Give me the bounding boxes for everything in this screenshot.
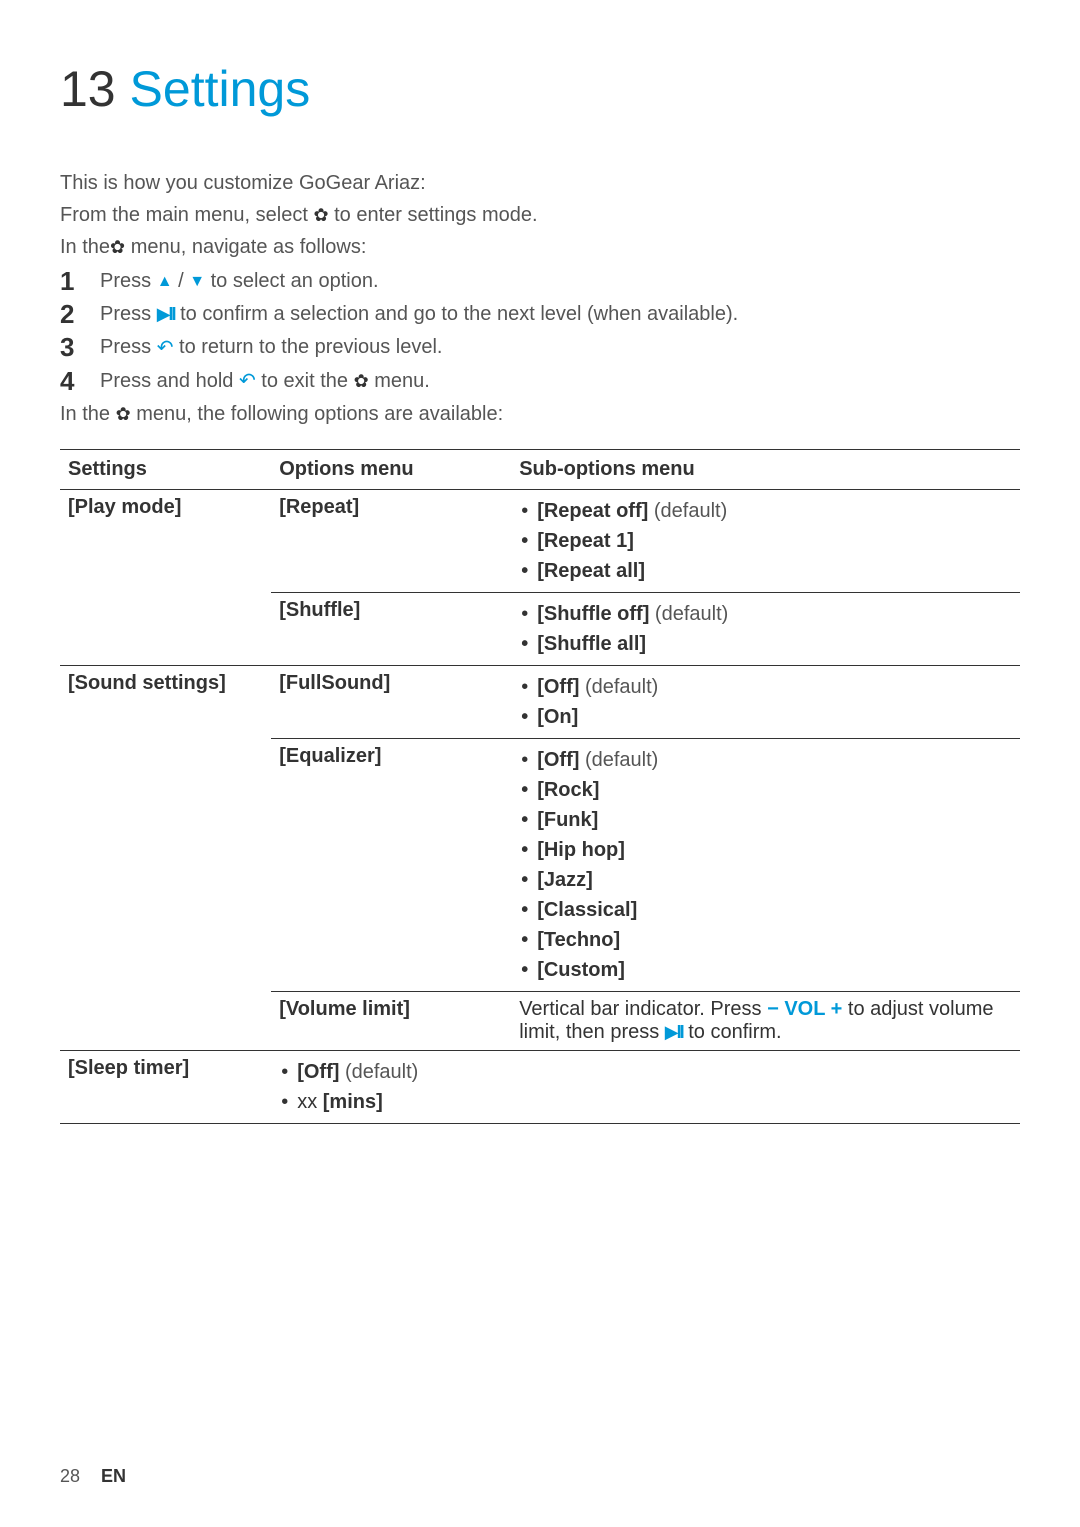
back-icon: ↶ (157, 333, 174, 363)
intro-line-3: In the✿ menu, navigate as follows: (60, 232, 560, 262)
list-item: [Hip hop] (519, 835, 1012, 865)
list-item: [Off] (default) (519, 672, 1012, 702)
table-header-row: Settings Options menu Sub-options menu (60, 449, 1020, 489)
setting-sleep-timer: [Sleep timer] (60, 1050, 271, 1123)
gear-icon: ✿ (354, 368, 369, 395)
table-row: [Sleep timer] [Off] (default) xx [mins] (60, 1050, 1020, 1123)
play-pause-icon: ▶II (157, 301, 175, 328)
setting-play-mode: [Play mode] (60, 489, 271, 592)
intro-line-2: From the main menu, select ✿ to enter se… (60, 200, 560, 230)
settings-table: Settings Options menu Sub-options menu [… (60, 449, 1020, 1124)
outro-text: In the ✿ menu, the following options are… (60, 399, 560, 429)
step-4: 4 Press and hold ↶ to exit the ✿ menu. (60, 366, 1020, 397)
language-code: EN (101, 1466, 126, 1486)
up-arrow-icon: ▲ (157, 270, 173, 294)
table-row: [Volume limit] Vertical bar indicator. P… (60, 991, 1020, 1050)
list-item: [On] (519, 702, 1012, 732)
chapter-number: 13 (60, 61, 116, 117)
table-row: [Equalizer] [Off] (default) [Rock] [Funk… (60, 738, 1020, 991)
page-title: 13 Settings (60, 60, 1020, 118)
option-fullsound: [FullSound] (271, 665, 511, 738)
intro-block: This is how you customize GoGear Ariaz: … (60, 168, 560, 262)
volume-limit-text: Vertical bar indicator. Press − VOL + to… (511, 991, 1020, 1050)
header-suboptions: Sub-options menu (511, 449, 1020, 489)
gear-icon: ✿ (116, 401, 131, 428)
intro-line-1: This is how you customize GoGear Ariaz: (60, 168, 560, 198)
vol-plus-icon: + (831, 998, 843, 1020)
list-item: [Rock] (519, 775, 1012, 805)
header-settings: Settings (60, 449, 271, 489)
table-row: [Play mode] [Repeat] [Repeat off] (defau… (60, 489, 1020, 592)
list-item: [Repeat 1] (519, 526, 1012, 556)
list-item: xx [mins] (279, 1087, 1012, 1117)
step-1: 1 Press ▲ / ▼ to select an option. (60, 266, 1020, 297)
list-item: [Off] (default) (279, 1057, 1012, 1087)
list-item: [Custom] (519, 955, 1012, 985)
list-item: [Off] (default) (519, 745, 1012, 775)
option-shuffle: [Shuffle] (271, 592, 511, 665)
chapter-title: Settings (130, 61, 311, 117)
steps-list: 1 Press ▲ / ▼ to select an option. 2 Pre… (60, 266, 1020, 397)
page-number: 28 (60, 1466, 80, 1486)
list-item: [Repeat all] (519, 556, 1012, 586)
back-icon: ↶ (239, 366, 256, 396)
down-arrow-icon: ▼ (189, 270, 205, 294)
list-item: [Techno] (519, 925, 1012, 955)
vol-minus-icon: − (767, 998, 779, 1020)
gear-icon: ✿ (110, 234, 125, 261)
list-item: [Shuffle off] (default) (519, 599, 1012, 629)
play-pause-icon: ▶II (665, 1022, 683, 1043)
setting-sound: [Sound settings] (60, 665, 271, 738)
sub-list: [Off] (default) xx [mins] (279, 1057, 1012, 1117)
table-row: [Shuffle] [Shuffle off] (default) [Shuff… (60, 592, 1020, 665)
gear-icon: ✿ (313, 202, 328, 229)
list-item: [Shuffle all] (519, 629, 1012, 659)
list-item: [Classical] (519, 895, 1012, 925)
step-2: 2 Press ▶II to confirm a selection and g… (60, 299, 1020, 330)
sub-list: [Off] (default) [On] (519, 672, 1012, 732)
option-equalizer: [Equalizer] (271, 738, 511, 991)
list-item: [Funk] (519, 805, 1012, 835)
header-options: Options menu (271, 449, 511, 489)
list-item: [Repeat off] (default) (519, 496, 1012, 526)
sub-list: [Off] (default) [Rock] [Funk] [Hip hop] … (519, 745, 1012, 985)
list-item: [Jazz] (519, 865, 1012, 895)
step-3: 3 Press ↶ to return to the previous leve… (60, 332, 1020, 363)
table-row: [Sound settings] [FullSound] [Off] (defa… (60, 665, 1020, 738)
sub-list: [Shuffle off] (default) [Shuffle all] (519, 599, 1012, 659)
sub-list: [Repeat off] (default) [Repeat 1] [Repea… (519, 496, 1012, 586)
option-repeat: [Repeat] (271, 489, 511, 592)
option-volume-limit: [Volume limit] (271, 991, 511, 1050)
page-footer: 28 EN (60, 1466, 126, 1487)
